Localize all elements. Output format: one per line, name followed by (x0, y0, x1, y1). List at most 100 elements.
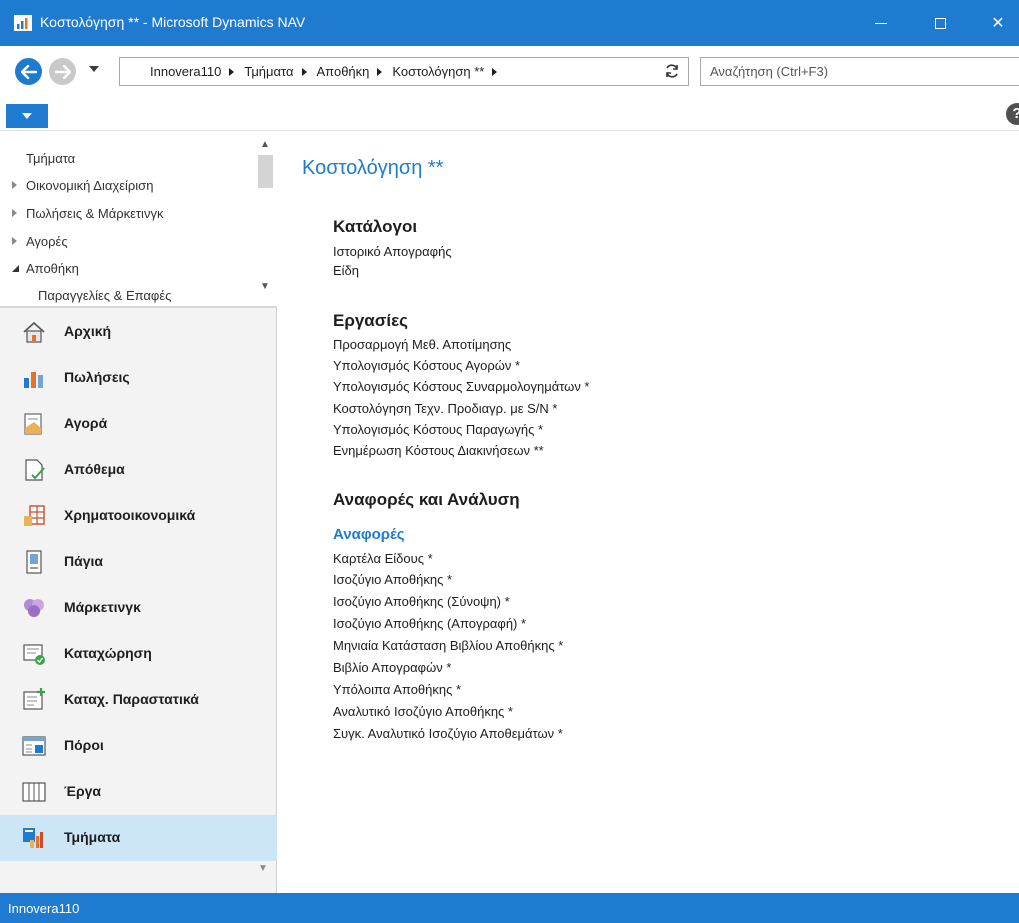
nav-button-marketing[interactable]: Μάρκετινγκ (0, 585, 277, 631)
tree-item-departments[interactable]: Τμήματα (26, 146, 75, 170)
link-item[interactable]: Καρτέλα Είδους * (333, 551, 433, 566)
arrow-right-icon (54, 64, 71, 79)
breadcrumb-separator-icon[interactable] (492, 67, 498, 76)
back-button[interactable] (15, 58, 42, 85)
tree-item-label: Αγορές (26, 233, 68, 249)
nav-button-label: Καταχώρηση (64, 645, 152, 661)
collapse-arrow-icon[interactable] (12, 264, 19, 272)
link-item[interactable]: Ισοζύγιο Αποθήκης * (333, 572, 452, 587)
tree-item-financial-management[interactable]: Οικονομική Διαχείριση (12, 173, 153, 197)
minimize-icon (875, 22, 887, 24)
link-item[interactable]: Ισοζύγιο Αποθήκης (Σύνοψη) * (333, 594, 510, 609)
breadcrumb-item[interactable]: Αποθήκη (317, 64, 370, 79)
close-icon: ✕ (991, 15, 1005, 32)
content-area: Κοστολόγηση ** Κατάλογοι Ιστορικό Απογρα… (278, 131, 1019, 893)
link-item[interactable]: Βιβλίο Απογραφών * (333, 660, 451, 675)
search-box[interactable] (700, 57, 1019, 86)
jobs-icon (22, 782, 46, 802)
nav-button-jobs[interactable]: Έργα (0, 769, 277, 815)
link-item[interactable]: Ισοζύγιο Αποθήκης (Απογραφή) * (333, 616, 526, 631)
tree-item-orders-contacts[interactable]: Παραγγελίες & Επαφές (38, 283, 171, 307)
window-title: Κοστολόγηση ** - Microsoft Dynamics NAV (40, 14, 306, 30)
scrollbar-thumb[interactable] (258, 155, 273, 188)
navigation-pane: Τμήματα Οικονομική Διαχείριση Πωλήσεις &… (0, 131, 277, 893)
nav-button-home[interactable]: Αρχική (0, 309, 277, 355)
configure-buttons-icon[interactable]: ▼ (258, 863, 268, 874)
purchase-icon (24, 413, 42, 435)
tree-item-purchases[interactable]: Αγορές (12, 229, 68, 253)
inventory-icon (25, 459, 45, 481)
nav-button-label: Πόροι (64, 737, 104, 753)
nav-button-inventory[interactable]: Απόθεμα (0, 447, 277, 493)
link-item[interactable]: Αναλυτικό Ισοζύγιο Αποθήκης * (333, 704, 513, 719)
link-item[interactable]: Κοστολόγηση Τεχν. Προδιαγρ. με S/N * (333, 401, 557, 416)
tree-item-label: Πωλήσεις & Μάρκετινγκ (26, 205, 164, 221)
tree-item-sales-marketing[interactable]: Πωλήσεις & Μάρκετινγκ (12, 201, 163, 225)
nav-button-label: Τμήματα (64, 829, 121, 845)
link-item[interactable]: Είδη (333, 263, 359, 278)
link-item[interactable]: Συγκ. Αναλυτικό Ισοζύγιο Αποθεμάτων * (333, 726, 563, 741)
breadcrumb-separator-icon[interactable] (301, 67, 307, 76)
forward-button[interactable] (49, 58, 76, 85)
link-item[interactable]: Ενημέρωση Κόστους Διακινήσεων ** (333, 443, 544, 458)
tree-scrollbar[interactable]: ▲ ▼ (256, 131, 275, 301)
tree-item-label: Οικονομική Διαχείριση (26, 177, 154, 193)
history-dropdown-icon[interactable] (89, 66, 99, 72)
breadcrumb-item[interactable]: Innovera110 (150, 64, 221, 79)
nav-button-purchase[interactable]: Αγορά (0, 401, 277, 447)
finance-icon (24, 505, 45, 526)
ribbon-strip (0, 102, 1019, 130)
title-bar: Κοστολόγηση ** - Microsoft Dynamics NAV … (0, 0, 1019, 46)
home-icon (23, 321, 45, 343)
section-heading-tasks: Εργασίες (333, 311, 409, 330)
minimize-button[interactable] (858, 8, 904, 38)
nav-button-resources[interactable]: Πόροι (0, 723, 277, 769)
divider (0, 306, 277, 308)
marketing-icon (24, 599, 44, 617)
link-item[interactable]: Υπολογισμός Κόστους Συναρμολογημάτων * (333, 379, 589, 394)
tree-item-label: Τμήματα (26, 150, 76, 166)
nav-button-finance[interactable]: Χρηματοοικονομικά (0, 493, 277, 539)
link-item[interactable]: Υπολογισμός Κόστους Αγορών * (333, 358, 520, 373)
sales-icon (24, 372, 43, 388)
chevron-down-icon (22, 113, 32, 119)
refresh-icon[interactable] (664, 63, 680, 79)
maximize-icon (934, 17, 946, 29)
fixed-assets-icon (26, 550, 42, 574)
close-button[interactable]: ✕ (975, 8, 1019, 38)
address-bar[interactable]: Innovera110 Τμήματα Αποθήκη Κοστολόγηση … (119, 57, 689, 86)
scroll-down-icon[interactable]: ▼ (260, 281, 270, 292)
status-company: Innovera110 (8, 901, 80, 916)
nav-button-sales[interactable]: Πωλήσεις (0, 355, 277, 401)
breadcrumb-item[interactable]: Κοστολόγηση ** (392, 64, 484, 79)
resources-icon (22, 736, 46, 756)
scroll-up-icon[interactable]: ▲ (260, 139, 270, 150)
search-input[interactable] (701, 58, 1019, 85)
expand-arrow-icon[interactable] (12, 209, 17, 217)
breadcrumb-separator-icon[interactable] (377, 67, 383, 76)
breadcrumb-item[interactable]: Τμήματα (244, 64, 293, 79)
address-row: Innovera110 Τμήματα Αποθήκη Κοστολόγηση … (0, 46, 1019, 102)
ribbon-toggle-button[interactable] (6, 104, 48, 128)
breadcrumb-separator-icon[interactable] (229, 67, 235, 76)
nav-button-label: Πάγια (64, 553, 103, 569)
maximize-button[interactable] (917, 8, 963, 38)
nav-button-label: Μάρκετινγκ (64, 599, 141, 615)
status-bar: Innovera110 (0, 893, 1019, 923)
link-item[interactable]: Υπολογισμός Κόστους Παραγωγής * (333, 422, 543, 437)
nav-button-fixed-assets[interactable]: Πάγια (0, 539, 277, 585)
tree-item-warehouse[interactable]: Αποθήκη (12, 256, 79, 280)
nav-button-posting[interactable]: Καταχώρηση (0, 631, 277, 677)
link-item[interactable]: Μηνιαία Κατάσταση Βιβλίου Αποθήκης * (333, 638, 563, 653)
breadcrumb: Innovera110 Τμήματα Αποθήκη Κοστολόγηση … (150, 64, 507, 79)
expand-arrow-icon[interactable] (12, 237, 17, 245)
link-item[interactable]: Ιστορικό Απογραφής (333, 244, 452, 259)
expand-arrow-icon[interactable] (12, 181, 17, 189)
nav-button-posted-documents[interactable]: Καταχ. Παραστατικά (0, 677, 277, 723)
nav-button-label: Έργα (64, 783, 101, 799)
nav-button-departments[interactable]: Τμήματα (0, 815, 277, 861)
link-item[interactable]: Υπόλοιπα Αποθήκης * (333, 682, 461, 697)
link-item[interactable]: Προσαρμογή Μεθ. Αποτίμησης (333, 337, 511, 352)
tree-item-label: Παραγγελίες & Επαφές (38, 287, 172, 303)
section-heading-lists: Κατάλογοι (333, 217, 418, 236)
